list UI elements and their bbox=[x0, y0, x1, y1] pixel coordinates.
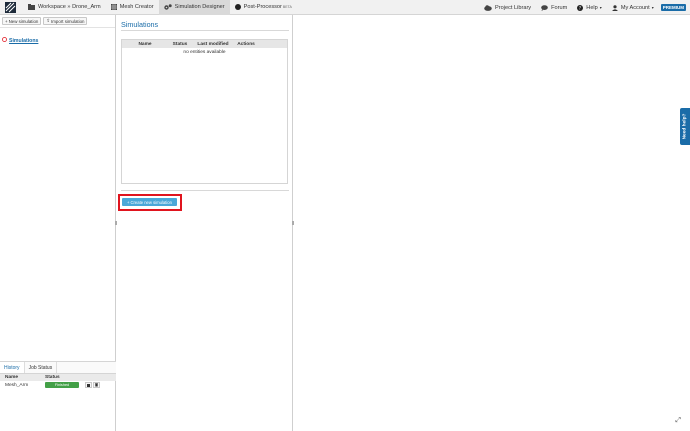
grid-icon bbox=[110, 4, 117, 10]
column-status: Status bbox=[45, 375, 60, 380]
help-label: Help bbox=[586, 4, 598, 11]
upload-icon: ⇪ bbox=[46, 18, 51, 23]
simulations-panel: Simulations Name Status Last modified Ac… bbox=[117, 15, 293, 431]
page-title: Simulations bbox=[121, 20, 159, 29]
question-circle-icon: ? bbox=[577, 4, 584, 11]
empty-message: no entities available bbox=[183, 50, 226, 55]
job-panel: History Job Status Name Status Mesh_Arm … bbox=[0, 361, 116, 431]
job-panel-tabs: History Job Status bbox=[0, 362, 116, 374]
simulation-designer-tab[interactable]: Simulation Designer bbox=[158, 0, 230, 15]
chat-bubble-icon bbox=[541, 4, 548, 11]
import-simulation-label: Import simulation bbox=[51, 18, 85, 24]
workspace-label: Workspace » Drone_Arm bbox=[38, 4, 101, 10]
column-name: Name bbox=[138, 41, 152, 47]
beta-badge: BETA bbox=[282, 5, 292, 9]
left-panel: + New simulation ⇪ Import simulation Sim… bbox=[0, 15, 116, 431]
need-help-tab[interactable]: Need help? bbox=[680, 108, 690, 145]
my-account-label: My Account bbox=[620, 4, 650, 11]
create-new-simulation-label: Create new simulation bbox=[130, 199, 172, 205]
column-status: Status bbox=[172, 41, 188, 47]
project-library-label: Project Library bbox=[495, 4, 532, 11]
tree-root-simulations[interactable]: Simulations bbox=[2, 37, 38, 44]
circle-icon bbox=[234, 4, 241, 10]
column-actions: Actions bbox=[237, 41, 255, 47]
forum-link[interactable]: Forum bbox=[536, 0, 572, 15]
simulation-designer-label: Simulation Designer bbox=[174, 4, 225, 10]
new-simulation-button[interactable]: + New simulation bbox=[2, 17, 42, 25]
job-status-cell: Finished bbox=[45, 382, 85, 388]
table-row[interactable]: Mesh_Arm Finished bbox=[0, 381, 116, 389]
gears-icon bbox=[163, 4, 172, 10]
new-simulation-label: New simulation bbox=[8, 18, 39, 24]
project-library-link[interactable]: Project Library bbox=[479, 0, 536, 15]
premium-badge: PREMIUM bbox=[660, 4, 686, 11]
simulations-table: Name Status Last modified Actions no ent… bbox=[121, 39, 288, 184]
user-icon bbox=[611, 4, 618, 11]
simscale-logo[interactable] bbox=[3, 0, 17, 14]
create-new-simulation-button[interactable]: + Create new simulation bbox=[122, 198, 177, 206]
my-account-menu[interactable]: My Account ▾ bbox=[607, 0, 659, 15]
top-nav-bar: Workspace » Drone_Arm Mesh Creator Simul… bbox=[0, 0, 690, 15]
post-processor-tab[interactable]: Post-Processor BETA bbox=[230, 0, 297, 15]
left-splitter-handle[interactable] bbox=[115, 221, 117, 225]
column-name: Name bbox=[5, 375, 19, 380]
mesh-creator-label: Mesh Creator bbox=[119, 4, 154, 10]
workspace-tab[interactable]: Workspace » Drone_Arm bbox=[23, 0, 106, 15]
simulations-table-header: Name Status Last modified Actions bbox=[122, 40, 287, 48]
status-badge: Finished bbox=[45, 382, 79, 388]
tab-job-status[interactable]: Job Status bbox=[25, 362, 58, 373]
import-simulation-button[interactable]: ⇪ Import simulation bbox=[43, 17, 88, 25]
chevron-down-icon: ▾ bbox=[651, 5, 654, 10]
plus-icon: + bbox=[5, 18, 8, 24]
left-toolbar: + New simulation ⇪ Import simulation bbox=[0, 15, 115, 28]
need-help-label: Need help? bbox=[682, 113, 688, 140]
job-table-header: Name Status bbox=[0, 374, 116, 381]
forum-label: Forum bbox=[551, 4, 568, 11]
expand-icon[interactable]: ⤢ bbox=[675, 417, 681, 425]
viewer-area[interactable]: Need help? ⤢ bbox=[294, 15, 690, 431]
mesh-creator-tab[interactable]: Mesh Creator bbox=[106, 0, 159, 15]
divider bbox=[121, 30, 289, 31]
warning-circle-icon bbox=[2, 37, 7, 44]
divider bbox=[121, 190, 289, 191]
delete-button[interactable] bbox=[93, 382, 100, 388]
column-last-modified: Last modified bbox=[197, 41, 229, 47]
stop-button[interactable] bbox=[85, 382, 92, 388]
cloud-icon bbox=[484, 4, 492, 11]
folder-icon bbox=[28, 4, 35, 10]
plus-icon: + bbox=[127, 199, 130, 205]
trash-icon bbox=[95, 383, 98, 387]
post-processor-label: Post-Processor bbox=[243, 4, 282, 10]
job-name: Mesh_Arm bbox=[5, 382, 29, 388]
tab-history[interactable]: History bbox=[0, 362, 25, 373]
chevron-down-icon: ▾ bbox=[599, 5, 602, 10]
stop-icon bbox=[87, 383, 90, 387]
tree-root-label: Simulations bbox=[9, 37, 39, 44]
help-menu[interactable]: ? Help ▾ bbox=[572, 0, 607, 15]
